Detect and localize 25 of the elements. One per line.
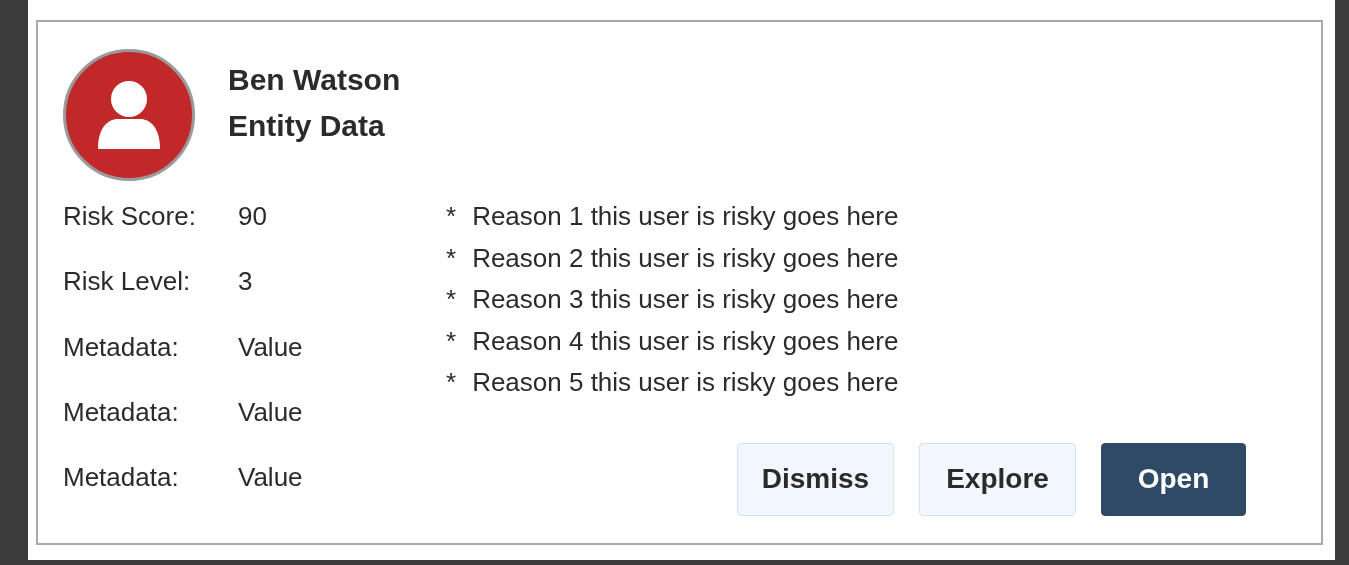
field-value: 3 <box>238 265 254 299</box>
field-label: Risk Score: <box>63 200 197 233</box>
field-label: Metadata: <box>63 330 180 364</box>
field-value: Value <box>238 461 304 495</box>
field-label: Risk Level: <box>63 265 192 299</box>
bullet-mark: * <box>446 366 457 400</box>
field-value: 90 <box>238 200 268 233</box>
field-label: Metadata: <box>63 461 180 495</box>
field-value: Value <box>238 330 304 364</box>
reason-text: Reason 2 this user is risky goes here <box>472 241 899 275</box>
bullet-mark: * <box>446 200 457 234</box>
reason-text: Reason 3 this user is risky goes here <box>472 283 899 317</box>
bullet-mark: * <box>446 324 457 358</box>
open-button[interactable]: Open <box>1101 442 1246 516</box>
field-value: Value <box>238 395 304 429</box>
entity-subtitle: Entity Data <box>228 108 386 144</box>
action-button[interactable]: Dismiss <box>737 442 894 516</box>
bullet-mark: * <box>446 283 457 317</box>
reason-text: Reason 1 this user is risky goes here <box>472 200 899 234</box>
reason-text: Reason 4 this user is risky goes here <box>472 324 899 358</box>
entity-name: Ben Watson <box>228 62 401 98</box>
reason-text: Reason 5 this user is risky goes here <box>472 366 899 400</box>
field-label: Metadata: <box>63 395 180 429</box>
action-button[interactable]: Explore <box>919 442 1076 516</box>
bullet-mark: * <box>446 241 457 275</box>
